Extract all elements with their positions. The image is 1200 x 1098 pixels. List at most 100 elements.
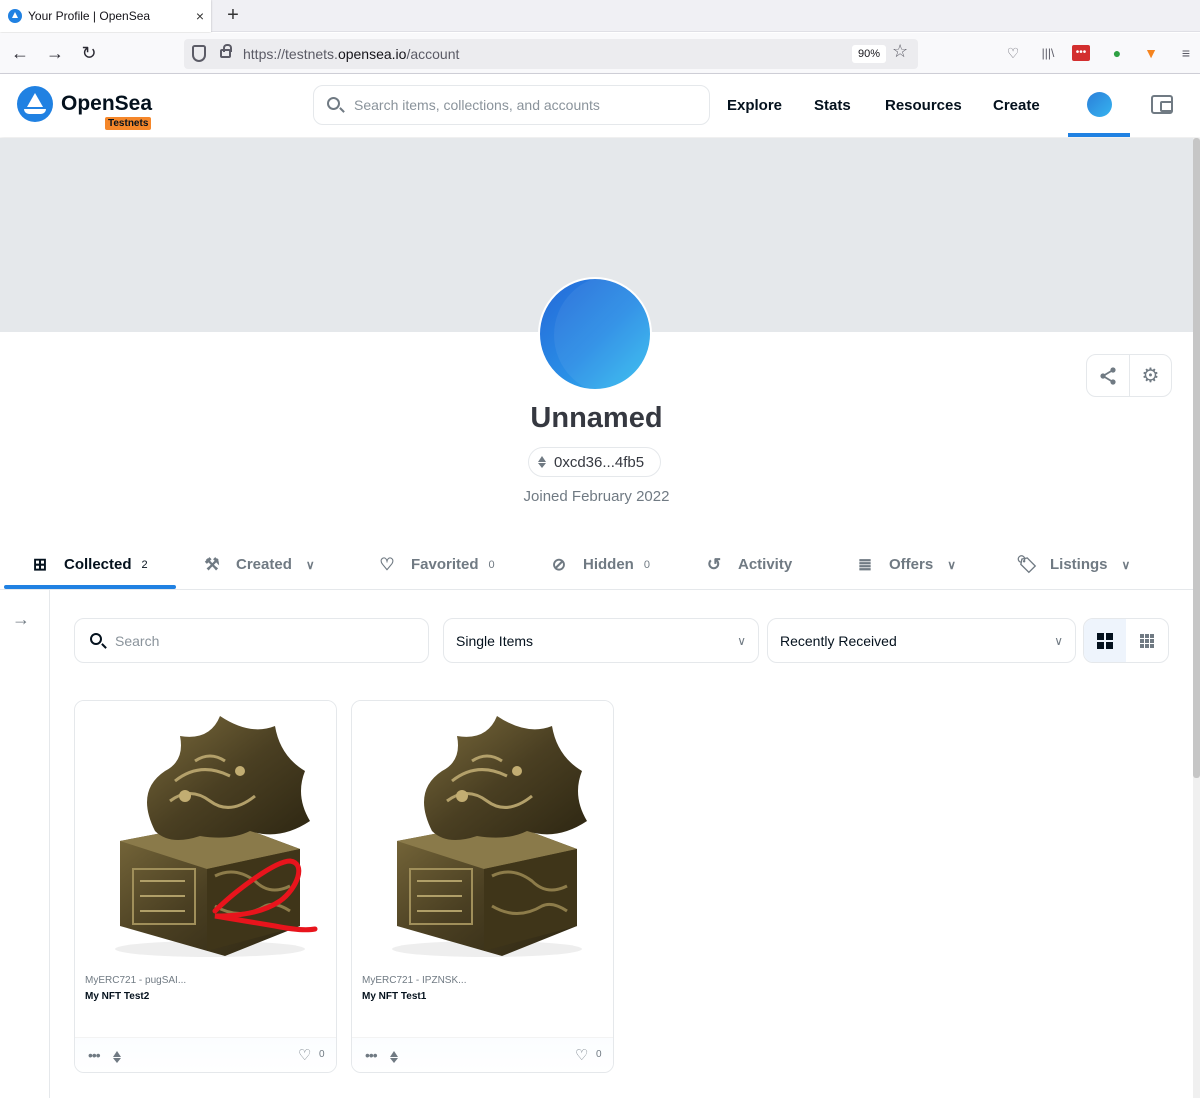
logo-text[interactable]: OpenSea (61, 92, 152, 116)
evernote-extension-icon[interactable]: ● (1107, 43, 1127, 63)
tab-listings[interactable]: 🏷︎ Listings ∨ (1016, 540, 1130, 589)
profile-avatar (538, 277, 652, 391)
ethereum-icon (390, 1051, 398, 1063)
collection-name[interactable]: MyERC721 - pugSAI... (85, 975, 186, 986)
wallet-address-button[interactable]: 0xcd36...4fb5 (528, 447, 661, 477)
back-arrow-icon[interactable]: ← (8, 42, 32, 66)
sort-select[interactable]: Recently Received ∨ (767, 618, 1076, 663)
nft-name[interactable]: My NFT Test1 (362, 991, 426, 1002)
nft-name[interactable]: My NFT Test2 (85, 991, 149, 1002)
global-search-input[interactable] (354, 94, 694, 116)
tab-count: 0 (488, 558, 495, 571)
large-grid-button[interactable] (1084, 619, 1126, 662)
tab-label: Favorited (411, 556, 479, 573)
wallet-icon[interactable] (1151, 95, 1173, 114)
chevron-down-icon: ∨ (1054, 633, 1063, 648)
chevron-down-icon: ∨ (947, 557, 956, 572)
view-toggle (1083, 618, 1169, 663)
eye-off-icon: ⊘ (551, 554, 567, 574)
heart-icon[interactable]: ♡ (575, 1046, 588, 1064)
library-icon[interactable]: |||\ (1038, 43, 1058, 63)
pocket-icon[interactable]: ♡ (1003, 43, 1023, 63)
tab-hidden[interactable]: ⊘ Hidden 0 (549, 540, 650, 589)
more-options-icon[interactable]: ••• (88, 1047, 101, 1063)
browser-tabstrip: Your Profile | OpenSea × + (0, 0, 1200, 32)
collected-icon: ⊞ (32, 554, 48, 574)
dragon-seal-image (75, 701, 336, 963)
tab-activity[interactable]: ↺ Activity (704, 540, 792, 589)
nft-card[interactable]: MyERC721 - pugSAI... My NFT Test2 ••• ♡ … (74, 700, 337, 1073)
profile-actions: ⚙ (1086, 354, 1172, 397)
new-tab-button[interactable]: + (222, 4, 244, 27)
large-grid-icon (1097, 632, 1113, 649)
settings-button[interactable]: ⚙ (1128, 355, 1171, 396)
items-search-input[interactable] (115, 630, 415, 652)
tab-count: 0 (643, 558, 650, 571)
filter-sidebar: → (0, 590, 50, 1098)
opensea-favicon-icon (8, 9, 22, 23)
tab-label: Created (236, 556, 292, 573)
search-icon (90, 633, 102, 645)
browser-tab[interactable]: Your Profile | OpenSea × (0, 0, 211, 32)
opensea-logo-icon[interactable] (17, 86, 53, 122)
page-scrollbar[interactable] (1193, 138, 1200, 1098)
more-options-icon[interactable]: ••• (365, 1047, 378, 1063)
tab-label: Collected (64, 556, 132, 573)
zoom-level[interactable]: 90% (852, 45, 886, 63)
nav-create[interactable]: Create (993, 97, 1040, 114)
tab-label: Activity (738, 556, 793, 573)
account-avatar[interactable] (1087, 92, 1112, 117)
ethereum-icon (538, 456, 546, 468)
item-type-select[interactable]: Single Items ∨ (443, 618, 759, 663)
tag-icon: 🏷︎ (1016, 554, 1038, 574)
card-footer: ••• ♡ 0 (75, 1037, 336, 1072)
nav-explore[interactable]: Explore (727, 97, 782, 114)
nft-card[interactable]: MyERC721 - IPZNSK... My NFT Test1 ••• ♡ … (351, 700, 614, 1073)
gear-icon: ⚙ (1141, 365, 1160, 387)
item-type-value: Single Items (456, 632, 534, 649)
tab-label: Hidden (583, 556, 634, 573)
bookmark-star-icon[interactable]: ☆ (892, 41, 908, 62)
collection-name[interactable]: MyERC721 - IPZNSK... (362, 975, 466, 986)
active-nav-indicator (1068, 133, 1130, 137)
tab-title: Your Profile | OpenSea (28, 9, 151, 23)
scrollbar-thumb[interactable] (1193, 138, 1200, 778)
small-grid-button[interactable] (1126, 619, 1168, 662)
active-tab-indicator (4, 585, 176, 589)
lastpass-extension-icon[interactable]: ••• (1072, 45, 1090, 61)
like-count: 0 (319, 1049, 325, 1060)
items-search[interactable] (74, 618, 429, 663)
tab-count: 2 (141, 558, 148, 571)
history-icon: ↺ (706, 554, 722, 574)
tab-label: Offers (889, 556, 934, 573)
card-footer: ••• ♡ 0 (352, 1037, 613, 1072)
address-bar[interactable]: https://testnets.opensea.io/account 90% … (184, 39, 918, 69)
reload-icon[interactable]: ↻ (77, 42, 101, 66)
tab-created[interactable]: ⚒ Created ∨ (202, 540, 314, 589)
shield-icon[interactable] (192, 45, 206, 62)
profile-name: Unnamed (530, 402, 663, 434)
close-tab-icon[interactable]: × (189, 8, 211, 24)
menu-icon[interactable]: ≡ (1176, 43, 1196, 63)
expand-sidebar-arrow-icon[interactable]: → (12, 609, 30, 630)
forward-arrow-icon[interactable]: → (43, 42, 67, 66)
nav-stats[interactable]: Stats (814, 97, 851, 114)
chevron-down-icon: ∨ (1121, 557, 1131, 572)
url-text[interactable]: https://testnets.opensea.io/account (243, 46, 459, 62)
site-header: OpenSea Testnets Explore Stats Resources… (0, 74, 1200, 137)
lock-icon[interactable] (220, 44, 232, 58)
dragon-seal-image (352, 701, 613, 963)
tab-favorited[interactable]: ♡ Favorited 0 (377, 540, 495, 589)
like-count: 0 (596, 1049, 602, 1060)
tab-collected[interactable]: ⊞ Collected 2 (30, 540, 148, 589)
list-icon: ≣ (857, 554, 873, 574)
nav-resources[interactable]: Resources (885, 97, 962, 114)
metamask-extension-icon[interactable]: ▼ (1141, 43, 1161, 63)
global-search[interactable] (313, 85, 710, 125)
testnets-badge: Testnets (105, 117, 152, 130)
sort-value: Recently Received (780, 632, 897, 649)
share-icon (1100, 366, 1116, 385)
heart-icon[interactable]: ♡ (298, 1046, 311, 1064)
tab-offers[interactable]: ≣ Offers ∨ (855, 540, 956, 589)
share-button[interactable] (1087, 355, 1129, 396)
